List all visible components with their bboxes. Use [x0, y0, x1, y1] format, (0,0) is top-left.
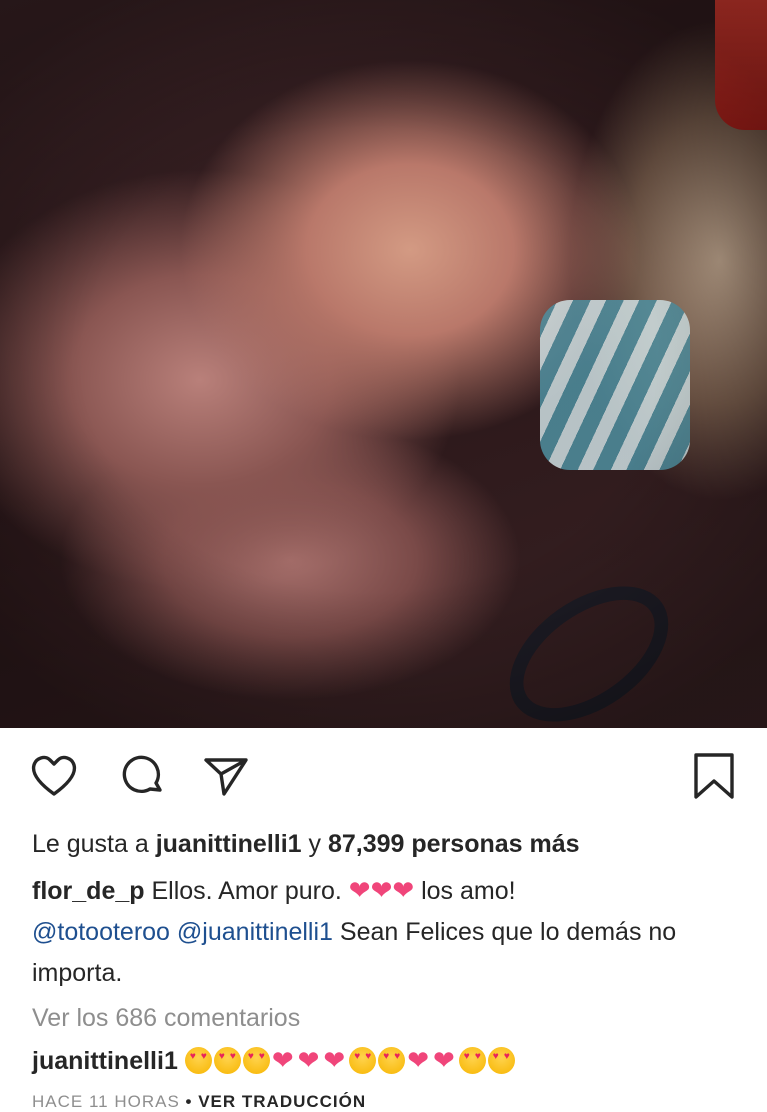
post-actions-bar [0, 728, 767, 828]
likes-prefix: Le gusta a [32, 830, 156, 858]
caption-mention-juanittinelli1[interactable]: @juanittinelli1 [177, 918, 333, 946]
like-button[interactable] [28, 750, 80, 802]
save-button[interactable] [688, 750, 740, 802]
caption-text-2: los amo! [414, 877, 516, 905]
comment-bubble-icon [122, 755, 162, 794]
caption-author-link[interactable]: flor_de_p [32, 877, 145, 905]
likes-count[interactable]: 87,399 personas más [328, 830, 580, 858]
heart-eyes-emoji-icon [184, 1047, 212, 1074]
heart-emoji-icon: ❤ [433, 1045, 455, 1075]
caption-mention-totooteroo[interactable]: @totooteroo [32, 918, 170, 946]
caption-hearts: ❤❤❤ [348, 875, 415, 905]
post-caption: flor_de_p Ellos. Amor puro. ❤❤❤ los amo!… [32, 870, 742, 994]
share-button[interactable] [200, 750, 252, 802]
heart-emoji-icon: ❤ [271, 1045, 294, 1075]
comment-button[interactable] [116, 750, 168, 802]
photo-vignette [0, 0, 767, 728]
likes-middle: y [301, 830, 328, 858]
heart-outline-icon [31, 755, 77, 796]
see-translation-link[interactable]: VER TRADUCCIÓN [198, 1092, 366, 1111]
post-meta: HACE 11 HORAS • VER TRADUCCIÓN [32, 1092, 366, 1112]
bookmark-icon [694, 753, 734, 799]
heart-eyes-emoji-icon [349, 1047, 377, 1074]
view-all-comments-link[interactable]: Ver los 686 comentarios [32, 1000, 300, 1036]
paper-plane-icon [204, 758, 248, 796]
heart-eyes-emoji-icon [458, 1047, 486, 1074]
meta-separator: • [185, 1092, 193, 1111]
post-photo[interactable] [0, 0, 767, 728]
heart-emoji-icon: ❤ [407, 1045, 429, 1075]
heart-eyes-emoji-icon [378, 1047, 406, 1074]
heart-emoji-icon: ❤ [297, 1045, 320, 1075]
post-timestamp: HACE 11 HORAS [32, 1092, 180, 1111]
likes-summary[interactable]: Le gusta a juanittinelli1 y 87,399 perso… [32, 829, 580, 859]
comment-author-link[interactable]: juanittinelli1 [32, 1047, 178, 1075]
heart-eyes-emoji-icon [213, 1047, 241, 1074]
caption-text-1: Ellos. Amor puro. [144, 877, 349, 905]
heart-emoji-icon: ❤ [323, 1045, 346, 1075]
likes-user-link[interactable]: juanittinelli1 [156, 830, 302, 858]
comment-row: juanittinelli1 ❤❤❤❤❤ [32, 1042, 517, 1079]
comment-emoji-text: ❤❤❤❤❤ [184, 1045, 517, 1075]
heart-eyes-emoji-icon [487, 1047, 515, 1074]
heart-eyes-emoji-icon [242, 1047, 270, 1074]
